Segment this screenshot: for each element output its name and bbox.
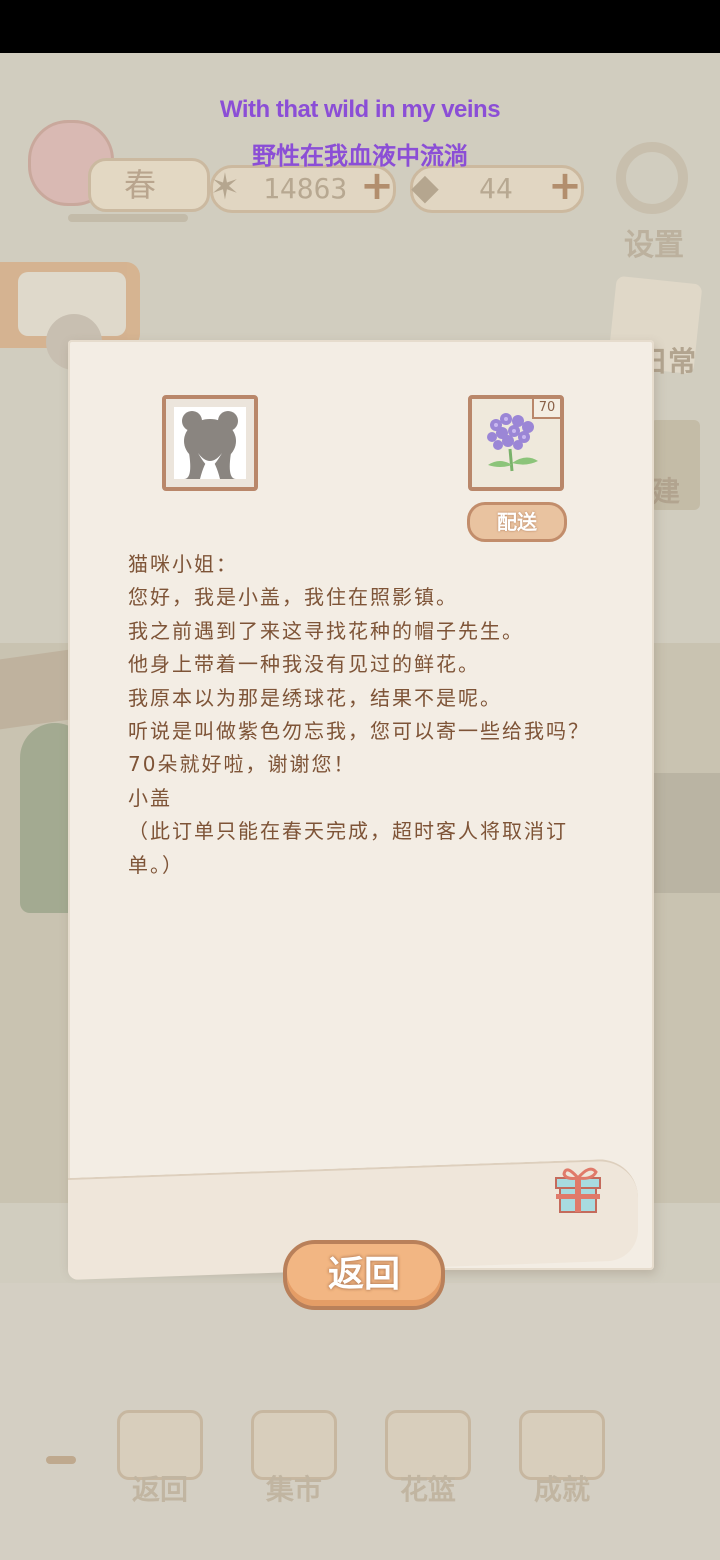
gift-icon[interactable] [552,1164,604,1216]
add-fish-button[interactable]: + [357,166,397,206]
letter-line: 我之前遇到了来这寻找花种的帽子先生。 [128,618,524,643]
collapse-handle[interactable] [46,1456,76,1464]
letter-line: （此订单只能在春天完成，超时客人将取消订单。） [128,819,568,877]
back-button[interactable]: 返回 [283,1240,445,1310]
build-label: 建 [652,475,681,508]
letter-line: 小盖 [128,785,172,810]
nav-item-return[interactable]: 返回 [112,1410,208,1510]
letter-line: 猫咪小姐： [128,552,238,576]
requested-item: 70 [468,395,564,491]
fish-count: 14863 [263,172,348,205]
settings-label: 设置 [624,228,684,263]
fish-currency: ✶ 14863 + [210,165,396,213]
letter-line: 您好，我是小盖，我住在照影镇。 [128,585,458,610]
nav-label: 成就 [533,1473,590,1506]
status-bar [0,0,720,53]
cheese-currency: ◆ 44 + [410,165,584,213]
subtitle-chinese: 野性在我血液中流淌 [252,142,468,170]
cheese-count: 44 [479,172,513,205]
letter-text: 猫咪小姐： 您好，我是小盖，我住在照影镇。 我之前遇到了来这寻找花种的帽子先生。… [128,548,598,882]
bottom-nav: 返回 集市 花篮 成就 [0,1410,720,1520]
season-progress [68,214,188,222]
nav-label: 返回 [131,1473,188,1506]
deliver-button[interactable]: 配送 [467,502,567,542]
add-cheese-button[interactable]: + [545,166,585,206]
customer-silhouette-icon [174,407,246,479]
subtitle-english: With that wild in my veins [219,96,501,123]
nav-label: 花篮 [399,1473,456,1506]
nav-item-market[interactable]: 集市 [246,1410,342,1510]
nav-item-basket[interactable]: 花篮 [380,1410,476,1510]
letter-line: 他身上带着一种我没有见过的鲜花。 [128,652,480,677]
letter-line: 70朵就好啦，谢谢您！ [128,752,356,777]
customer-avatar [162,395,258,491]
letter-line: 听说是叫做紫色勿忘我，您可以寄一些给我吗？ [128,719,590,744]
subtitle-overlay: With that wild in my veins 野性在我血液中流淌 [0,96,720,171]
item-quantity-badge: 70 [532,399,560,419]
nav-item-achievements[interactable]: 成就 [514,1410,610,1510]
nav-label: 集市 [265,1473,322,1506]
letter-line: 我原本以为那是绣球花，结果不是呢。 [128,685,502,710]
